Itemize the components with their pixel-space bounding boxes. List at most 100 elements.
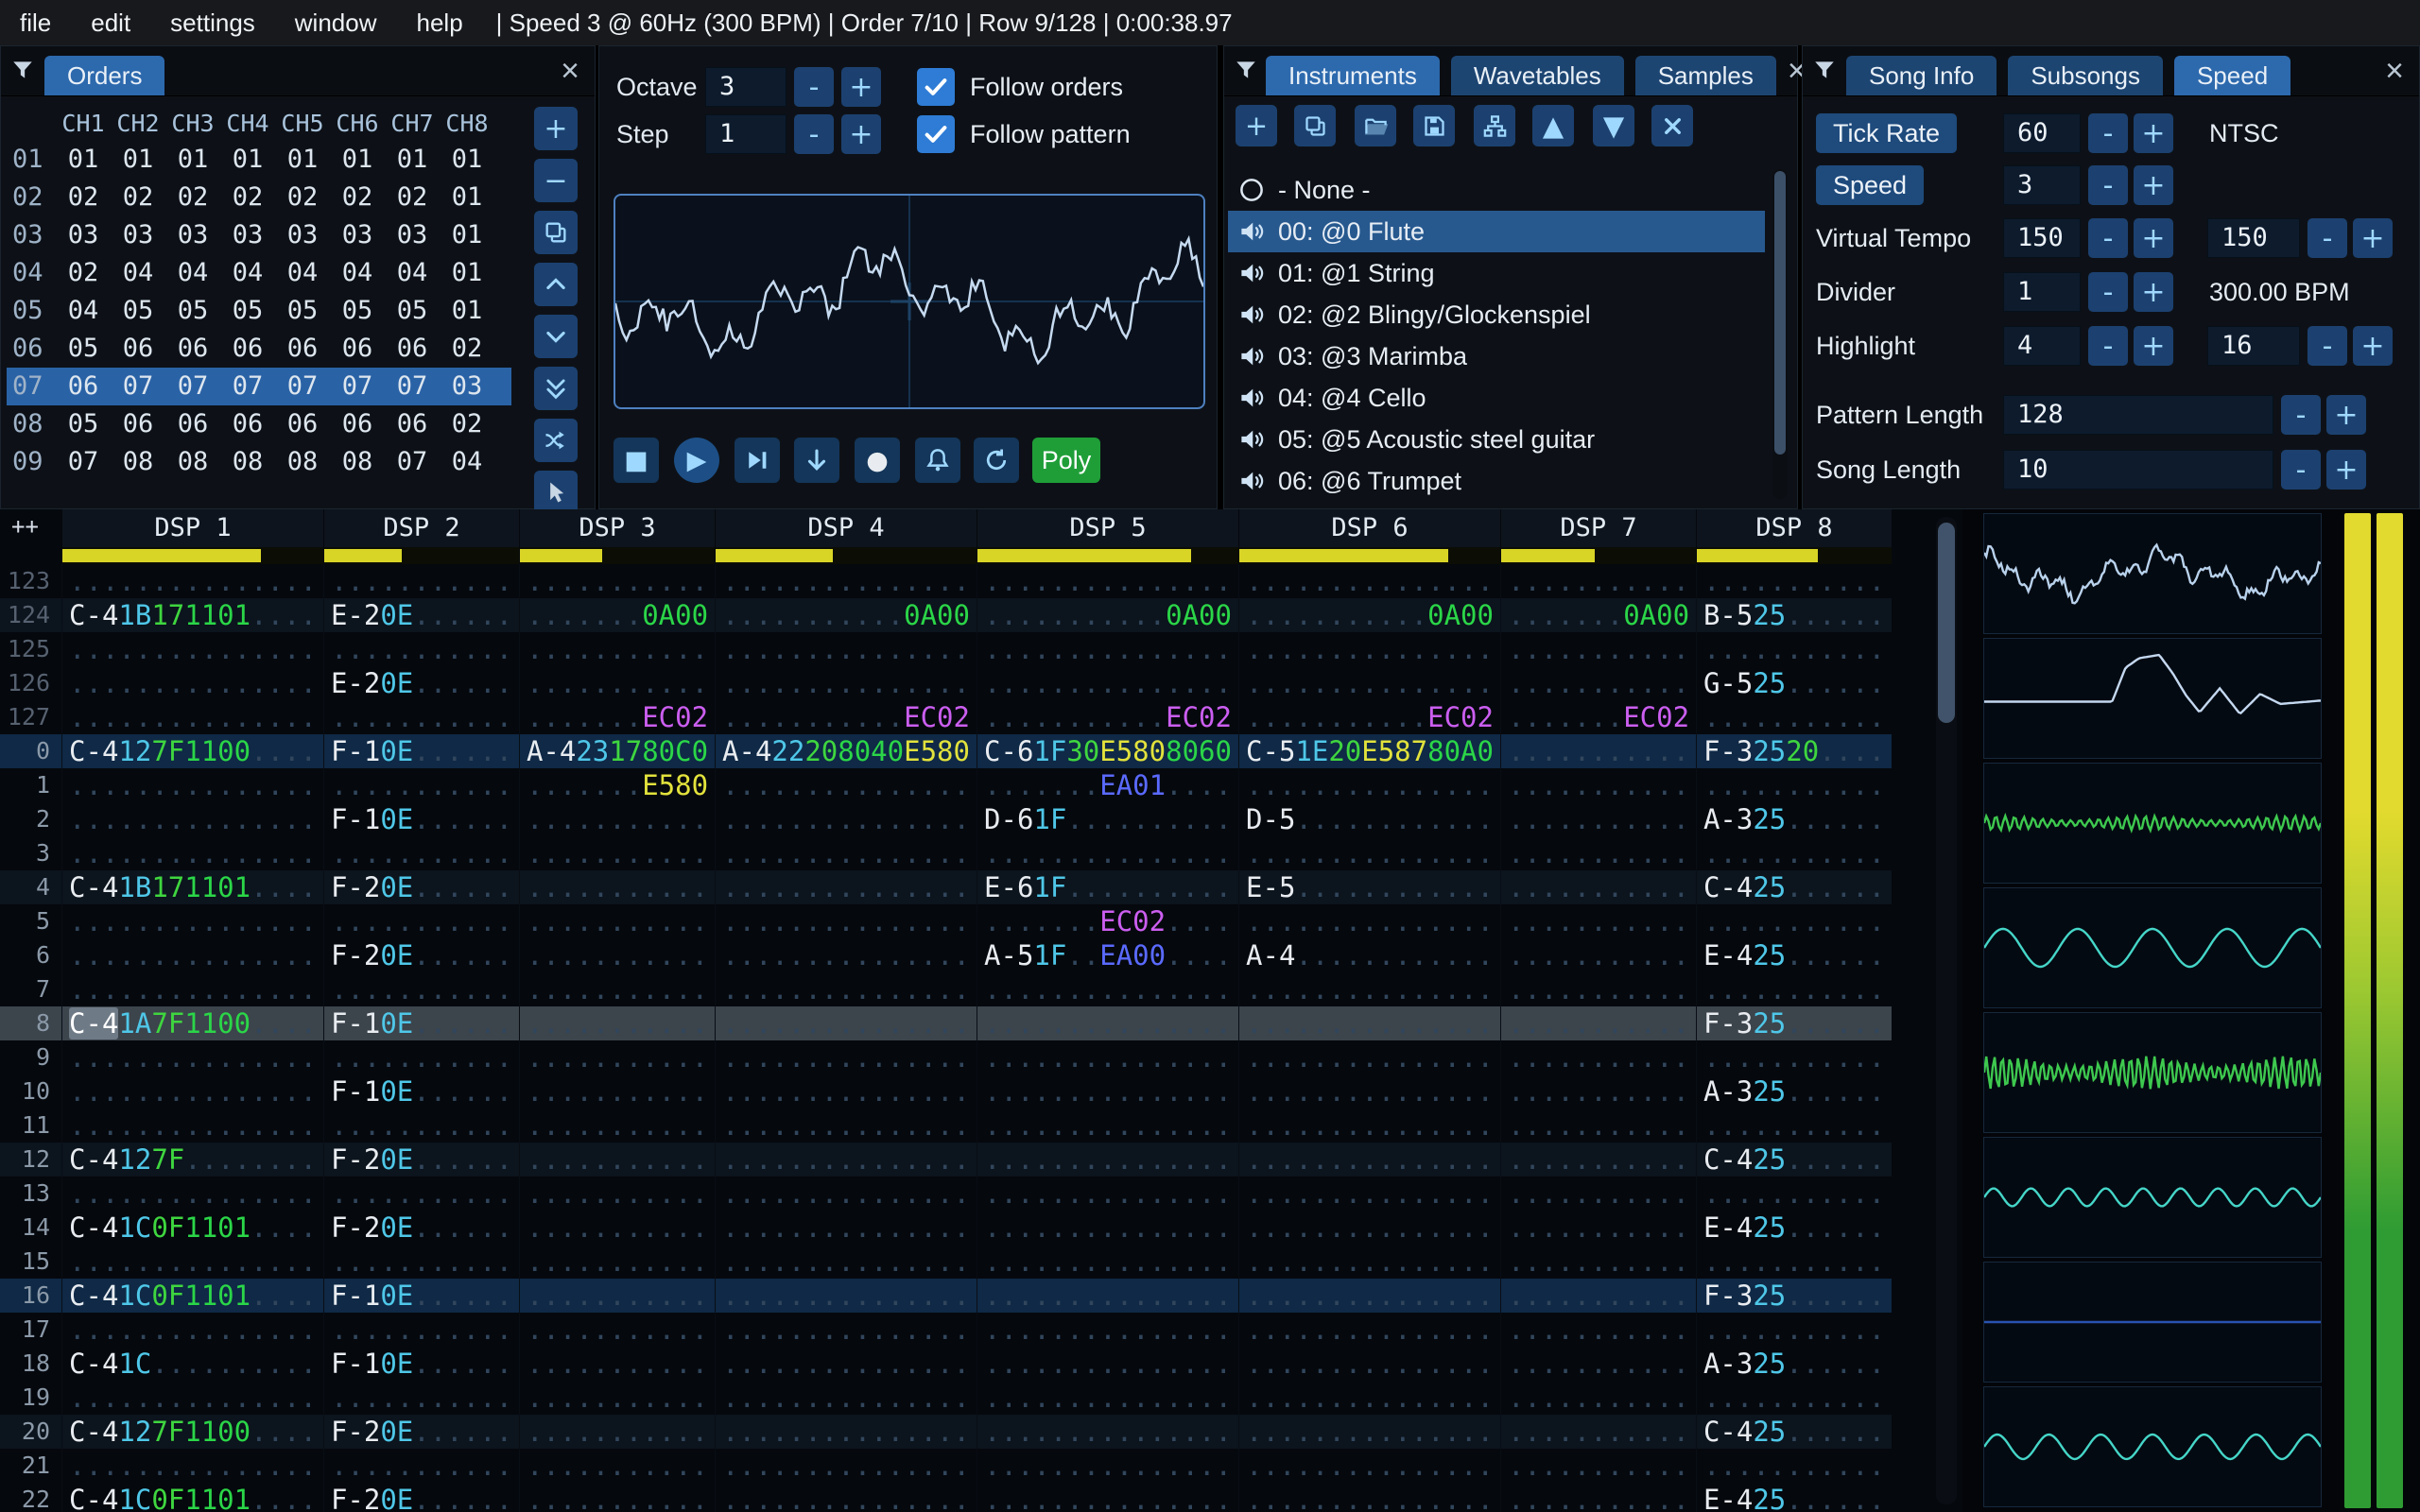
order-cell[interactable]: 05 [111,292,165,330]
duplicate-instrument-button[interactable] [1294,105,1336,146]
order-cell[interactable]: 04 [56,292,111,330]
pattern-cell[interactable]: A-325...... [1696,802,1892,836]
pattern-cell[interactable]: ........... [323,700,519,734]
pattern-cell[interactable]: ........... [1500,870,1696,904]
order-cell[interactable]: 05 [56,405,111,443]
pattern-cell[interactable]: ........... [1500,1415,1696,1449]
pattern-cell[interactable]: ........... [1696,632,1892,666]
pattern-cell[interactable]: ........... [519,802,715,836]
order-cell[interactable]: 04 [385,254,440,292]
instrument-folder-button[interactable] [1474,105,1515,146]
pattern-cell[interactable]: ........... [1500,938,1696,972]
channel-name[interactable]: DSP 8 [1697,509,1892,547]
pattern-cell[interactable]: F-20E...... [323,1483,519,1512]
order-cell[interactable]: 01 [275,141,330,179]
pattern-cell[interactable]: ............... [61,632,323,666]
step-decrease-button[interactable]: - [794,114,834,154]
pattern-cell[interactable]: ........... [1500,1006,1696,1040]
pattern-cell[interactable]: ............... [1238,1415,1500,1449]
pattern-cell[interactable]: ............... [715,802,977,836]
pattern-cell[interactable]: ............... [1238,1347,1500,1381]
order-cell[interactable]: 01 [220,141,275,179]
pattern-cell[interactable]: ........... [519,1415,715,1449]
order-cell[interactable]: 03 [385,216,440,254]
octave-input[interactable]: 3 [705,67,786,107]
order-cell[interactable]: 03 [275,216,330,254]
tab-speed[interactable]: Speed [2173,56,2291,95]
pattern-cell[interactable]: ........... [1500,1483,1696,1512]
order-row[interactable]: 08 05 06 06 06 06 06 06 02 [7,405,511,443]
order-cell[interactable]: 01 [56,141,111,179]
pattern-cell[interactable]: ............... [977,1211,1238,1245]
pattern-cell[interactable]: ........... [519,1074,715,1108]
pattern-cell[interactable]: ............... [61,1313,323,1347]
pattern-cell[interactable]: ............... [1238,1211,1500,1245]
order-cell[interactable]: 05 [385,292,440,330]
play-button[interactable]: ▶ [674,438,719,483]
pattern-cell[interactable]: ........... [1500,1211,1696,1245]
instrument-item[interactable]: - None - [1228,169,1765,211]
pattern-cell[interactable]: ............... [61,1381,323,1415]
pattern-cell[interactable]: ............... [977,1074,1238,1108]
pattern-cell[interactable]: ...........EC02 [715,700,977,734]
highlight-first-decrease-button[interactable]: - [2088,326,2128,366]
pattern-cell[interactable]: ............... [715,1177,977,1211]
order-cell[interactable]: 07 [385,368,440,405]
pattern-cell[interactable]: ............... [977,1381,1238,1415]
order-cell[interactable]: 06 [165,330,220,368]
order-cell[interactable]: 06 [275,405,330,443]
pattern-cell[interactable]: ........... [519,1483,715,1512]
pattern-cell[interactable]: ............... [1238,904,1500,938]
pattern-cell[interactable]: ........... [519,870,715,904]
order-cell[interactable]: 02 [440,330,494,368]
pattern-cell[interactable]: ........... [323,632,519,666]
pattern-cell[interactable]: ...........0A00 [1238,598,1500,632]
pattern-cell[interactable]: ........... [519,1313,715,1347]
pattern-cell[interactable]: ............... [715,564,977,598]
pattern-cell[interactable]: ........... [1500,564,1696,598]
pattern-cell[interactable]: ............... [977,1313,1238,1347]
order-cell[interactable]: 07 [220,368,275,405]
remove-order-button[interactable]: − [534,159,578,202]
pattern-cell[interactable]: ........... [519,1449,715,1483]
pattern-cell[interactable]: ............... [1238,1177,1500,1211]
pattern-cell[interactable]: ........... [323,972,519,1006]
pattern-cell[interactable]: F-325...... [1696,1006,1892,1040]
pattern-cell[interactable]: E-5............ [1238,870,1500,904]
pattern-cell[interactable]: F-10E...... [323,1006,519,1040]
pattern-cell[interactable]: C-4127F1100.... [61,734,323,768]
pattern-cell[interactable]: ............... [1238,768,1500,802]
instrument-item[interactable]: 01: @1 String [1228,252,1765,294]
highlight-second-increase-button[interactable]: + [2353,326,2393,366]
pattern-cell[interactable]: ........... [519,666,715,700]
pattern-length-increase-button[interactable]: + [2326,395,2366,435]
virtual-tempo-numerator-increase-button[interactable]: + [2134,218,2173,258]
pattern-cell[interactable]: E-20E...... [323,598,519,632]
pattern-cell[interactable]: ........... [519,1347,715,1381]
order-cell[interactable]: 06 [385,405,440,443]
tick-rate-button[interactable]: Tick Rate [1816,113,1958,153]
song-length-decrease-button[interactable]: - [2281,450,2321,490]
pattern-cell[interactable]: C-41B171101.... [61,870,323,904]
pattern-length-decrease-button[interactable]: - [2281,395,2321,435]
order-cell[interactable]: 04 [440,443,494,481]
pattern-cell[interactable]: ........... [323,904,519,938]
pattern-cell[interactable]: ............... [1238,632,1500,666]
order-cell[interactable]: 03 [56,216,111,254]
pattern-cell[interactable]: ........... [1500,1177,1696,1211]
pattern-cell[interactable]: ........... [519,1108,715,1143]
pattern-cell[interactable]: ............... [61,904,323,938]
pattern-cell[interactable]: E-425...... [1696,1483,1892,1512]
order-cell[interactable]: 05 [220,292,275,330]
channel-name[interactable]: DSP 3 [520,509,715,547]
song-length-increase-button[interactable]: + [2326,450,2366,490]
pattern-cell[interactable]: ........... [1500,802,1696,836]
order-cell[interactable]: 06 [220,330,275,368]
pattern-cell[interactable]: ............... [977,972,1238,1006]
pattern-cell[interactable]: G-525...... [1696,666,1892,700]
duplicate-order-button[interactable] [534,211,578,254]
pattern-cell[interactable]: ............... [977,1279,1238,1313]
poly-button[interactable]: Poly [1032,438,1100,483]
pattern-cell[interactable]: ............... [61,938,323,972]
pattern-cell[interactable]: ........... [519,836,715,870]
